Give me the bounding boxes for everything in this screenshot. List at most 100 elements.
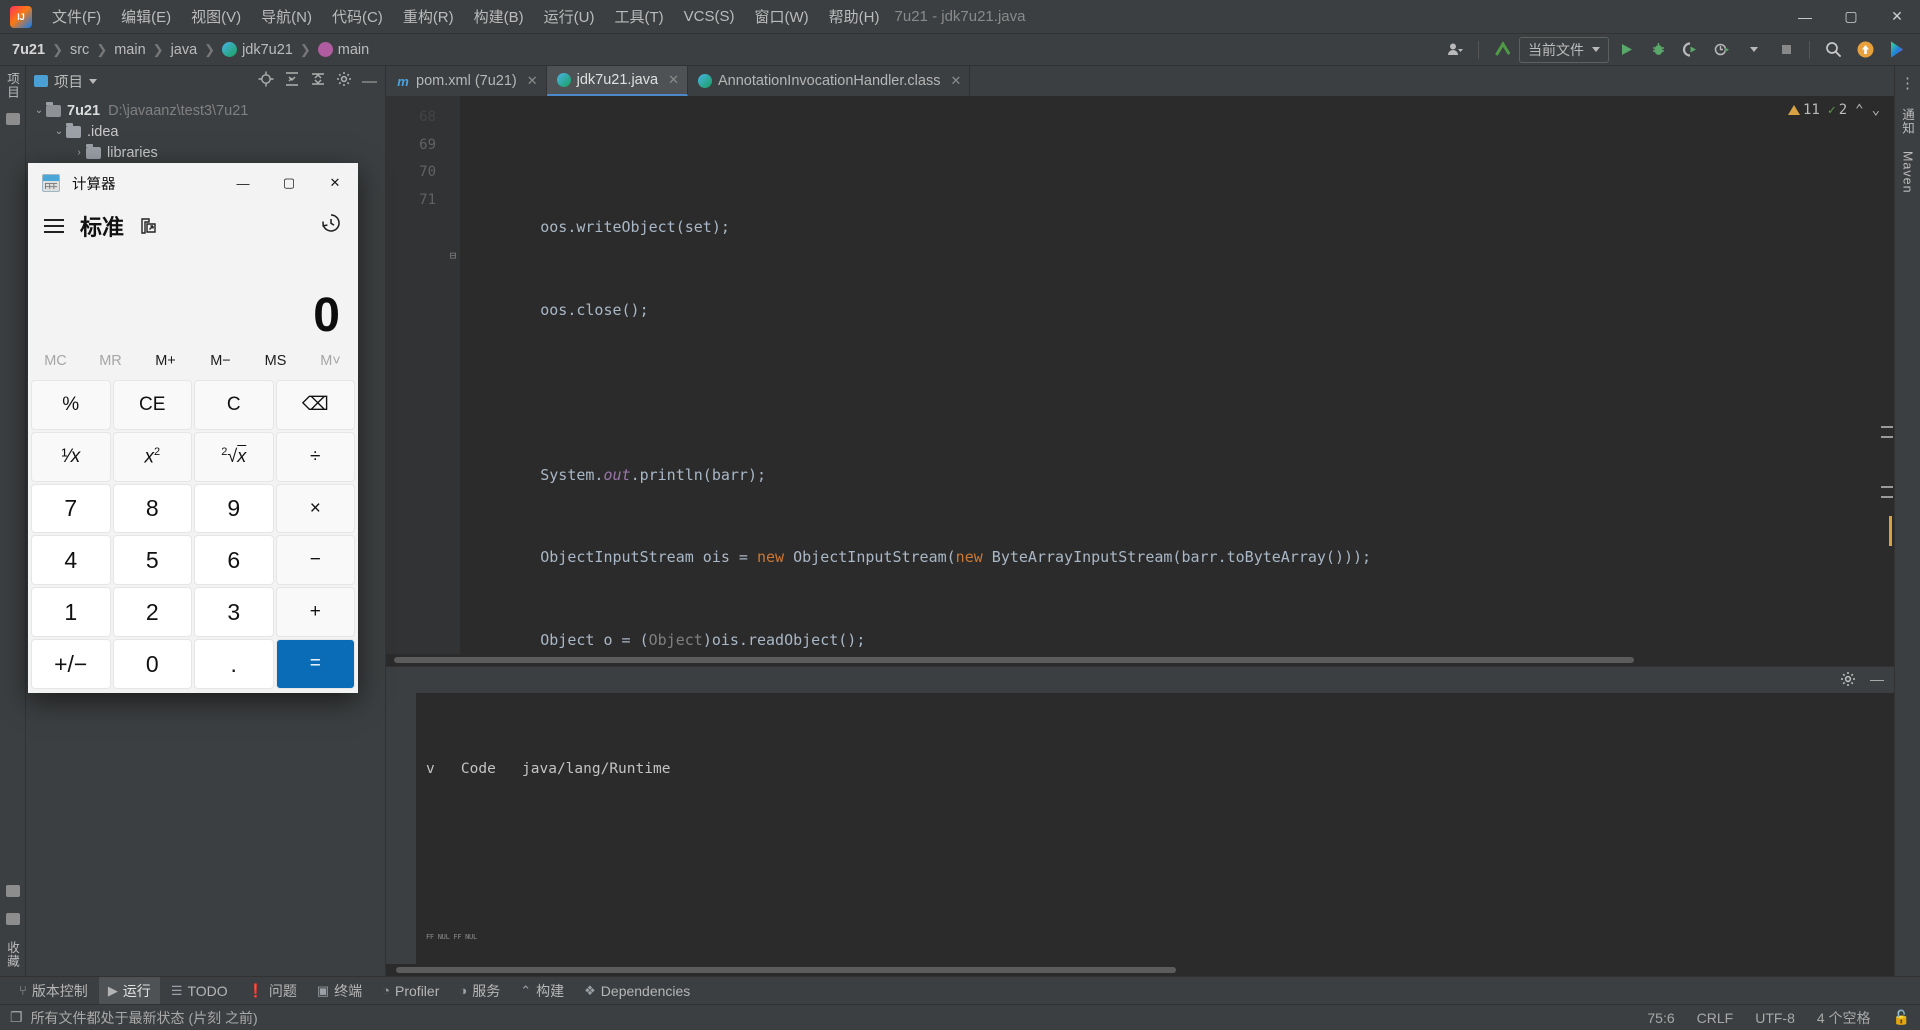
chevron-down-icon[interactable]: ⌄ (1872, 102, 1880, 118)
code-editor[interactable]: 68 69 70 71 ⊟ @ oos.writeObject(set); oo… (386, 96, 1894, 654)
caret-position[interactable]: 75:6 (1647, 1010, 1674, 1026)
rail-project-label[interactable]: 项目 (3, 72, 22, 99)
chevron-down-icon[interactable] (89, 78, 97, 84)
profiler-icon[interactable] (1707, 37, 1737, 63)
ai-assistant-icon[interactable] (1882, 37, 1912, 63)
tree-node-idea[interactable]: ⌄ .idea (26, 121, 385, 142)
run-with-coverage-icon[interactable] (1675, 37, 1705, 63)
menu-vcs[interactable]: VCS(S) (674, 4, 745, 29)
rail-notifications-label[interactable]: 通知 (1898, 108, 1917, 135)
key-multiply[interactable]: × (275, 483, 355, 534)
breadcrumb-java[interactable]: java (167, 40, 202, 60)
hide-icon[interactable]: — (1870, 671, 1884, 690)
close-icon[interactable]: ✕ (668, 72, 679, 88)
menu-run[interactable]: 运行(U) (534, 2, 605, 31)
settings-icon[interactable] (1840, 671, 1856, 690)
bookmark-icon[interactable] (5, 913, 20, 925)
menu-view[interactable]: 视图(V) (181, 2, 251, 31)
warning-count-chip[interactable]: 11 (1788, 102, 1820, 118)
menu-edit[interactable]: 编辑(E) (111, 2, 181, 31)
code-folding-strip[interactable]: ⊟ (446, 96, 460, 654)
key-negate[interactable]: +/− (31, 639, 111, 689)
run-configuration-selector[interactable]: 当前文件 (1519, 36, 1609, 63)
collapse-all-icon[interactable] (310, 71, 326, 91)
key-7[interactable]: 7 (31, 483, 111, 534)
file-encoding[interactable]: UTF-8 (1755, 1010, 1795, 1026)
memory-list-button[interactable]: M˅ (303, 353, 358, 369)
keep-on-top-icon[interactable] (140, 217, 158, 235)
account-icon[interactable] (1440, 37, 1470, 63)
scrollbar-thumb[interactable] (394, 657, 1634, 663)
menu-navigate[interactable]: 导航(N) (251, 2, 322, 31)
calculator-minimize-button[interactable]: — (220, 163, 266, 203)
bottom-tab-dependencies[interactable]: ❖ Dependencies (575, 979, 699, 1003)
bottom-tab-todo[interactable]: ☰ TODO (162, 979, 237, 1003)
key-backspace[interactable]: ⌫ (275, 380, 355, 430)
memory-store-button[interactable]: MS (248, 353, 303, 369)
key-add[interactable]: + (275, 587, 355, 638)
key-decimal[interactable]: . (194, 639, 274, 689)
menu-file[interactable]: 文件(F) (42, 2, 111, 31)
calculator-maximize-button[interactable]: ▢ (266, 163, 312, 203)
build-arrow-icon[interactable] (1487, 37, 1517, 63)
key-8[interactable]: 8 (112, 483, 192, 534)
editor-marker-scrollbar[interactable] (1880, 96, 1894, 654)
key-clear[interactable]: C (194, 380, 274, 430)
bottom-tab-terminal[interactable]: ▣ 终端 (308, 977, 371, 1005)
more-options-icon[interactable]: ⋮ (1900, 74, 1915, 92)
key-6[interactable]: 6 (194, 535, 274, 586)
console-output[interactable]: v Code java/lang/Runtime FF NUL FF NUL n… (416, 693, 1894, 964)
chevron-down-icon[interactable]: ⌄ (52, 126, 66, 137)
tree-node-libraries[interactable]: › libraries (26, 142, 385, 163)
breadcrumb-src[interactable]: src (66, 40, 93, 60)
lock-icon[interactable]: 🔓 (1893, 1009, 1910, 1026)
console-horizontal-scrollbar[interactable] (386, 964, 1894, 976)
memory-recall-button[interactable]: MR (83, 353, 138, 369)
chevron-down-icon[interactable]: ⌄ (32, 105, 46, 116)
bottom-tab-run[interactable]: ▶ 运行 (98, 976, 160, 1005)
profiler-dropdown-icon[interactable] (1739, 37, 1769, 63)
chevron-right-icon[interactable]: › (72, 147, 86, 158)
key-percent[interactable]: % (31, 380, 111, 430)
memory-add-button[interactable]: M+ (138, 353, 193, 369)
tab-pom-xml[interactable]: m pom.xml (7u21) ✕ (386, 66, 547, 96)
breadcrumb-main-dir[interactable]: main (110, 40, 149, 60)
close-button[interactable]: ✕ (1874, 0, 1920, 34)
close-icon[interactable]: ✕ (950, 73, 961, 89)
inspection-widget[interactable]: 11 ✓ 2 ⌃ ⌄ (1788, 102, 1880, 118)
menu-refactor[interactable]: 重构(R) (393, 2, 464, 31)
bottom-tab-services[interactable]: ◑ 服务 (450, 977, 509, 1005)
hamburger-menu-icon[interactable] (44, 219, 64, 233)
commit-icon[interactable] (5, 113, 20, 125)
menu-build[interactable]: 构建(B) (464, 2, 534, 31)
stop-icon[interactable] (1771, 37, 1801, 63)
code-content[interactable]: @ oos.writeObject(set); oos.close(); Sys… (460, 96, 1880, 654)
rail-maven-label[interactable]: Maven (1901, 151, 1915, 194)
editor-horizontal-scrollbar[interactable] (386, 654, 1894, 666)
key-equals[interactable]: = (275, 639, 355, 689)
run-icon[interactable] (1611, 37, 1641, 63)
history-icon[interactable] (320, 212, 342, 240)
key-3[interactable]: 3 (194, 587, 274, 638)
line-separator[interactable]: CRLF (1697, 1010, 1734, 1026)
key-0[interactable]: 0 (112, 639, 192, 689)
key-reciprocal[interactable]: ¹⁄x (31, 431, 111, 482)
tree-node-7u21[interactable]: ⌄ 7u21 D:\javaanz\test3\7u21 (26, 100, 385, 121)
key-subtract[interactable]: − (275, 535, 355, 586)
settings-icon[interactable] (336, 71, 352, 91)
hide-icon[interactable]: — (362, 73, 377, 90)
breadcrumb-method-main[interactable]: main (314, 40, 373, 60)
chevron-up-icon[interactable]: ⌃ (1855, 102, 1863, 118)
breadcrumb-7u21[interactable]: 7u21 (8, 40, 49, 60)
tab-jdk7u21-java[interactable]: jdk7u21.java ✕ (546, 66, 688, 96)
maximize-button[interactable]: ▢ (1828, 0, 1874, 34)
bottom-tab-build[interactable]: ⌃ 构建 (511, 977, 573, 1005)
expand-all-icon[interactable] (284, 71, 300, 91)
key-4[interactable]: 4 (31, 535, 111, 586)
close-icon[interactable]: ✕ (527, 73, 538, 89)
menu-help[interactable]: 帮助(H) (819, 2, 890, 31)
debug-icon[interactable] (1643, 37, 1673, 63)
search-icon[interactable] (1818, 37, 1848, 63)
indent-setting[interactable]: 4 个空格 (1817, 1008, 1871, 1028)
inspection-check-chip[interactable]: ✓ 2 (1828, 102, 1847, 118)
